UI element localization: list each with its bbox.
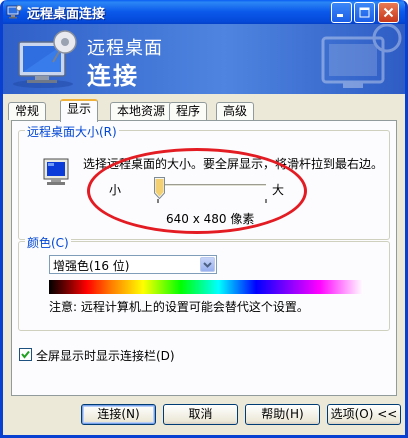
colors-legend: 颜色(C)	[25, 234, 71, 251]
color-settings-note: 注意: 远程计算机上的设置可能会替代这个设置。	[49, 300, 309, 314]
connect-button[interactable]: 连接(N)	[81, 404, 156, 425]
options-button[interactable]: 选项(O) <<	[327, 404, 401, 425]
maximize-button[interactable]	[354, 2, 375, 23]
minimize-button[interactable]	[331, 2, 352, 23]
chevron-down-icon	[203, 261, 212, 268]
tab-local-resources[interactable]: 本地资源	[110, 102, 173, 120]
remote-desktop-window: 远程桌面连接 远程桌面 连接 常规 显示 本地资源 程序 高级 远程桌面大小(R…	[0, 0, 408, 438]
show-connection-bar-label: 全屏显示时显示连接栏(D)	[36, 349, 175, 363]
close-button[interactable]	[378, 2, 399, 23]
tab-advanced[interactable]: 高级	[216, 102, 255, 120]
display-size-legend: 远程桌面大小(R)	[25, 123, 119, 140]
banner: 远程桌面 连接	[3, 24, 405, 94]
window-title: 远程桌面连接	[27, 7, 106, 22]
close-icon	[383, 7, 394, 18]
title-bar[interactable]: 远程桌面连接	[3, 0, 405, 24]
color-spectrum-bar	[49, 280, 363, 294]
minimize-icon	[337, 14, 343, 17]
slider-ticks	[157, 199, 267, 203]
tab-general[interactable]: 常规	[8, 102, 47, 120]
slider-min-label: 小	[109, 183, 122, 197]
banner-title-line2: 连接	[87, 62, 139, 90]
banner-watermark-icon	[321, 24, 402, 88]
help-button[interactable]: 帮助(H)	[245, 404, 320, 425]
maximize-icon	[359, 7, 370, 18]
cancel-button[interactable]: 取消	[163, 404, 238, 425]
tab-programs[interactable]: 程序	[169, 102, 208, 120]
checkmark-icon	[21, 350, 30, 359]
tab-display[interactable]: 显示	[60, 99, 99, 122]
display-size-slider-track[interactable]	[156, 184, 266, 187]
dropdown-button[interactable]	[200, 257, 215, 272]
resolution-readout: 640 x 480 像素	[166, 212, 255, 226]
monitor-icon	[43, 158, 69, 185]
show-connection-bar-checkbox[interactable]	[19, 348, 32, 361]
remote-desktop-logo-icon	[13, 30, 77, 88]
display-size-description: 选择远程桌面的大小。要全屏显示，将滑杆拉到最右边。	[83, 157, 384, 171]
color-depth-value: 增强色(16 位)	[53, 259, 130, 273]
remote-desktop-app-icon	[6, 5, 22, 19]
display-size-slider-thumb[interactable]	[154, 177, 165, 199]
color-depth-select[interactable]: 增强色(16 位)	[49, 255, 217, 274]
slider-max-label: 大	[272, 183, 285, 197]
